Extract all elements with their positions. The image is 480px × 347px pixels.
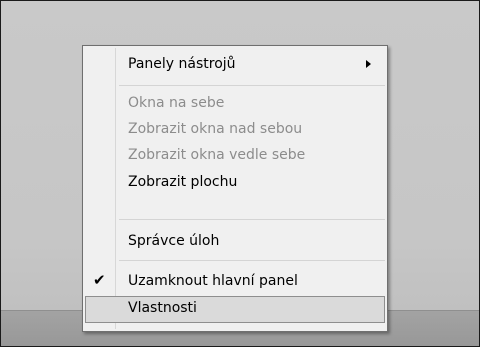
- menu-item-label: Uzamknout hlavní panel: [128, 273, 298, 289]
- menu-item-label: Vlastnosti: [128, 300, 197, 316]
- menu-item-label: Správce úloh: [128, 233, 220, 249]
- menu-item-show-desktop[interactable]: Zobrazit plochu: [85, 170, 385, 194]
- menu-separator: [119, 260, 385, 261]
- menu-item-cascade-windows: Okna na sebe: [85, 91, 385, 115]
- submenu-arrow-icon: [366, 60, 371, 68]
- taskbar-context-menu: Panely nástrojů Okna na sebe Zobrazit ok…: [82, 45, 388, 332]
- menu-item-label: Panely nástrojů: [128, 56, 236, 72]
- menu-item-label: Zobrazit plochu: [128, 174, 238, 190]
- menu-item-label: Okna na sebe: [128, 95, 225, 111]
- menu-item-show-windows-side-by-side: Zobrazit okna vedle sebe: [85, 143, 385, 167]
- menu-item-properties[interactable]: Vlastnosti: [85, 296, 385, 323]
- menu-item-lock-taskbar[interactable]: ✔ Uzamknout hlavní panel: [85, 269, 385, 293]
- desktop-background: Panely nástrojů Okna na sebe Zobrazit ok…: [0, 0, 480, 347]
- menu-item-label: Zobrazit okna vedle sebe: [128, 147, 306, 163]
- menu-separator: [119, 219, 385, 220]
- menu-item-show-windows-stacked: Zobrazit okna nad sebou: [85, 117, 385, 141]
- menu-item-task-manager[interactable]: Správce úloh: [85, 229, 385, 253]
- menu-separator: [119, 85, 385, 86]
- checkmark-icon: ✔: [93, 271, 106, 289]
- menu-item-toolbars[interactable]: Panely nástrojů: [85, 52, 385, 76]
- menu-item-label: Zobrazit okna nad sebou: [128, 121, 303, 137]
